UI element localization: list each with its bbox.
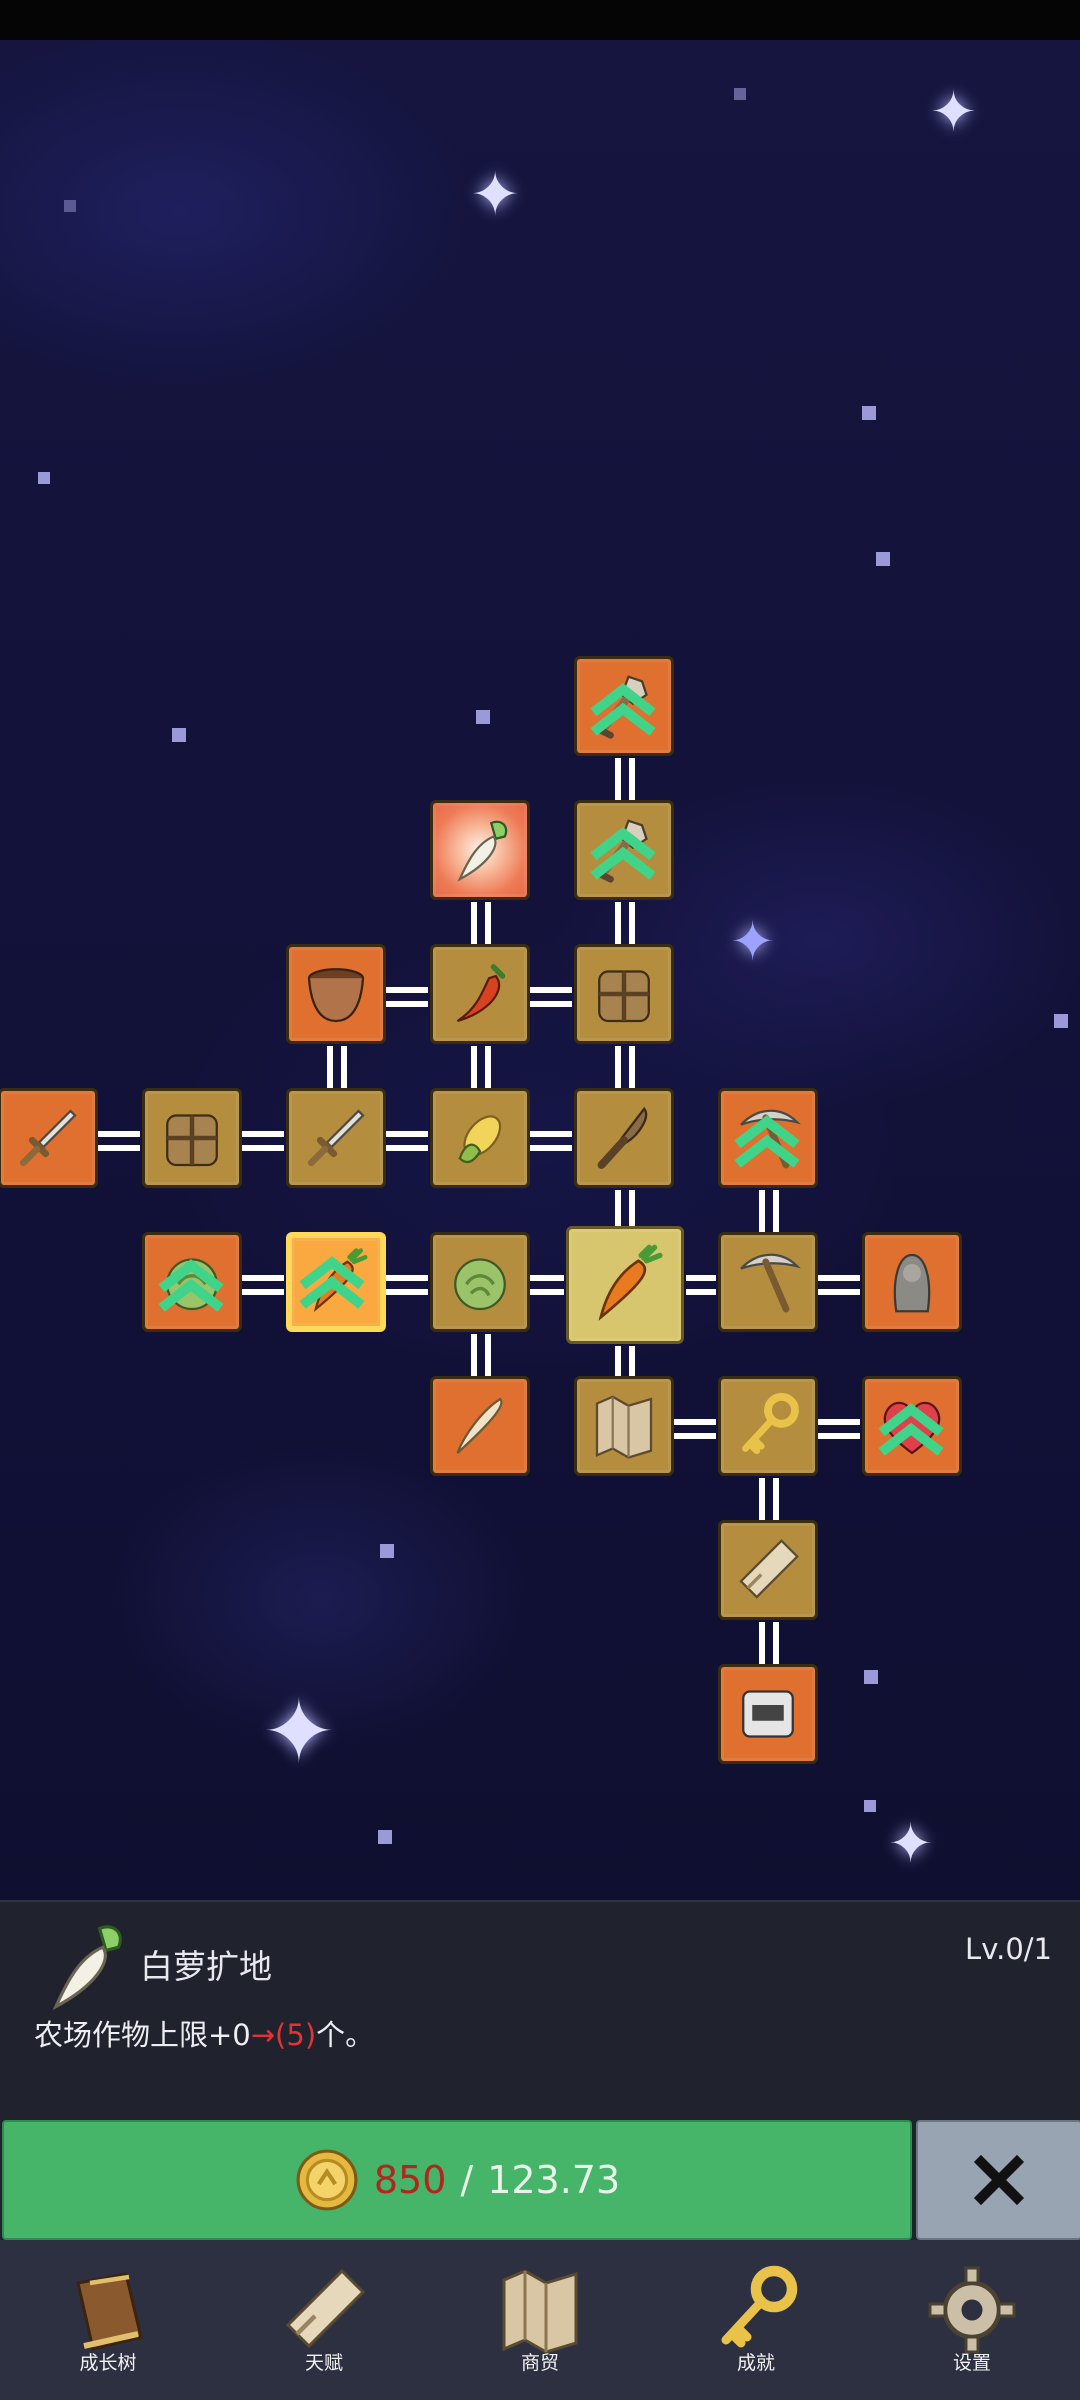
upgrade-arrow-icon: [587, 673, 659, 745]
skill-node-pickaxe-upgrade[interactable]: [718, 1088, 818, 1188]
coin-icon: [296, 2149, 358, 2211]
upgrade-arrow-icon: [587, 817, 659, 889]
purchase-button[interactable]: 850 / 123.73: [2, 2120, 912, 2240]
cabbage-icon: [444, 1246, 516, 1318]
key-icon: [732, 1390, 804, 1462]
scroll-icon: [272, 2262, 376, 2358]
skill-desc-change: →(5): [250, 2018, 317, 2052]
upgrade-arrow-icon: [155, 1249, 227, 1321]
upgrade-arrow-icon: [296, 1246, 368, 1318]
nav-label: 天赋: [304, 2352, 343, 2374]
close-icon: [973, 2154, 1025, 2206]
backpack-icon: [588, 958, 660, 1030]
map-icon: [588, 1390, 660, 1462]
skill-node-root-carrot[interactable]: [566, 1226, 684, 1344]
backpack-icon: [156, 1102, 228, 1174]
skill-description: 农场作物上限+0→(5)个。: [34, 2012, 374, 2054]
skill-node-statue[interactable]: [862, 1232, 962, 1332]
cost-separator: /: [460, 2158, 474, 2202]
chili-icon: [444, 958, 516, 1030]
nav-label: 设置: [952, 2352, 991, 2374]
link: [98, 987, 860, 1439]
scroll-icon: [732, 1534, 804, 1606]
root-icon: [444, 1390, 516, 1462]
map-icon: [488, 2262, 592, 2358]
radish-icon: [34, 1916, 134, 2016]
cost-value: 850: [373, 2158, 447, 2202]
nav-achievement[interactable]: 成就: [648, 2240, 864, 2400]
bottom-navigation: 成长树 天赋 商贸 成就 设置: [0, 2240, 1080, 2400]
corn-icon: [444, 1102, 516, 1174]
skill-node-sword-orange[interactable]: [0, 1088, 98, 1188]
skill-node-heart-upgrade[interactable]: [862, 1376, 962, 1476]
skill-level: Lv.0/1: [965, 1932, 1052, 1966]
nav-settings[interactable]: 设置: [864, 2240, 1080, 2400]
skill-node-pot[interactable]: [286, 944, 386, 1044]
skill-desc-prefix: 农场作物上限+0: [34, 2018, 251, 2052]
nav-talent[interactable]: 天赋: [216, 2240, 432, 2400]
machine-icon: [732, 1678, 804, 1750]
skill-node-pickaxe[interactable]: [718, 1232, 818, 1332]
skill-node-machine[interactable]: [718, 1664, 818, 1764]
close-button[interactable]: [916, 2120, 1080, 2240]
pickaxe-icon: [732, 1246, 804, 1318]
book-icon: [76, 2272, 143, 2351]
upgrade-arrow-icon: [731, 1105, 803, 1177]
nav-growth-tree[interactable]: 成长树: [0, 2240, 216, 2400]
carrot-icon: [582, 1242, 668, 1328]
pot-icon: [300, 958, 372, 1030]
sword-icon: [300, 1102, 372, 1174]
skill-node-backpack-2[interactable]: [142, 1088, 242, 1188]
skill-node-root[interactable]: [430, 1376, 530, 1476]
nav-trade[interactable]: 商贸: [432, 2240, 648, 2400]
gear-icon: [928, 2266, 1016, 2354]
nav-label: 商贸: [520, 2352, 559, 2374]
skill-node-map[interactable]: [574, 1376, 674, 1476]
skill-node-scroll[interactable]: [718, 1520, 818, 1620]
tree-connectors: [98, 758, 860, 1664]
nav-label: 成就: [736, 2352, 775, 2374]
skill-node-cabbage-upgrade[interactable]: [142, 1232, 242, 1332]
skill-title: 白萝扩地: [140, 1947, 272, 1986]
owned-value: 123.73: [487, 2158, 621, 2202]
knife-icon: [588, 1102, 660, 1174]
radish-icon: [444, 814, 516, 886]
skill-desc-suffix: 个。: [316, 2018, 375, 2052]
skill-node-key[interactable]: [718, 1376, 818, 1476]
statue-icon: [876, 1246, 948, 1318]
nav-label: 成长树: [79, 2352, 137, 2374]
skill-node-cabbage[interactable]: [430, 1232, 530, 1332]
skill-node-shovel-upgrade[interactable]: [574, 656, 674, 756]
skill-node-backpack[interactable]: [574, 944, 674, 1044]
skill-node-chili[interactable]: [430, 944, 530, 1044]
sword-icon: [12, 1102, 84, 1174]
skill-node-knife[interactable]: [574, 1088, 674, 1188]
key-icon: [704, 2262, 808, 2358]
upgrade-arrow-icon: [875, 1393, 947, 1465]
skill-node-shovel[interactable]: [574, 800, 674, 900]
skill-node-radish-expand[interactable]: [430, 800, 530, 900]
link: [327, 758, 779, 1664]
skill-node-sword[interactable]: [286, 1088, 386, 1188]
skill-node-carrot-selected[interactable]: [286, 1232, 386, 1332]
skill-node-corn[interactable]: [430, 1088, 530, 1188]
